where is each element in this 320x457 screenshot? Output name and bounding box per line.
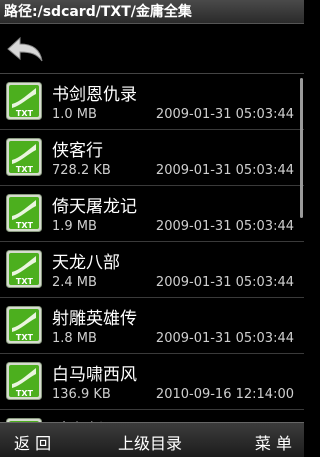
file-size: 1.8 MB bbox=[52, 331, 97, 346]
scrollbar[interactable] bbox=[300, 78, 303, 218]
file-list-item[interactable]: TXT 书剑恩仇录 1.0 MB 2009-01-31 05:03:44 bbox=[0, 74, 304, 130]
back-arrow-icon[interactable] bbox=[6, 35, 44, 65]
file-list-item[interactable]: TXT 侠客行 728.2 KB 2009-01-31 05:03:44 bbox=[0, 130, 304, 186]
file-name: 书剑恩仇录 bbox=[52, 85, 137, 105]
txt-file-icon: TXT bbox=[6, 306, 42, 344]
file-name: 射雕英雄传 bbox=[52, 309, 137, 329]
file-date: 2010-09-16 12:14:00 bbox=[155, 387, 294, 402]
path-text: 路径:/sdcard/TXT/金庸全集 bbox=[4, 4, 192, 20]
svg-text:TXT: TXT bbox=[16, 333, 34, 342]
file-date: 2009-01-31 05:03:44 bbox=[155, 107, 294, 122]
file-date: 2009-01-31 05:03:44 bbox=[155, 275, 294, 290]
file-list-item[interactable]: TXT 白马啸西风 136.9 KB 2010-09-16 12:14:00 bbox=[0, 354, 304, 410]
txt-file-icon: TXT bbox=[6, 250, 42, 288]
file-list: TXT 书剑恩仇录 1.0 MB 2009-01-31 05:03:44 TXT… bbox=[0, 74, 304, 422]
txt-file-icon: TXT bbox=[6, 194, 42, 232]
file-size: 728.2 KB bbox=[52, 163, 111, 178]
txt-file-icon: TXT bbox=[6, 362, 42, 400]
svg-text:TXT: TXT bbox=[16, 221, 34, 230]
file-list-item[interactable]: TXT 射雕英雄传 1.8 MB 2009-01-31 05:03:44 bbox=[0, 298, 304, 354]
txt-file-icon: TXT bbox=[6, 138, 42, 176]
file-size: 1.9 MB bbox=[52, 219, 97, 234]
path-bar: 路径:/sdcard/TXT/金庸全集 bbox=[0, 0, 304, 24]
file-list-item[interactable]: TXT 天龙八部 2.4 MB 2009-01-31 05:03:44 bbox=[0, 242, 304, 298]
file-list-item[interactable]: TXT 碧血剑 bbox=[0, 410, 304, 422]
parent-directory-button[interactable]: 上级目录 bbox=[118, 430, 182, 454]
file-name: 白马啸西风 bbox=[52, 365, 137, 385]
txt-file-icon: TXT bbox=[6, 82, 42, 120]
back-row bbox=[0, 25, 304, 74]
file-list-item[interactable]: TXT 倚天屠龙记 1.9 MB 2009-01-31 05:03:44 bbox=[0, 186, 304, 242]
file-size: 136.9 KB bbox=[52, 387, 111, 402]
back-button[interactable]: 返 回 bbox=[14, 430, 51, 454]
file-date: 2009-01-31 05:03:44 bbox=[155, 219, 294, 234]
bottom-bar: 返 回 上级目录 菜 单 bbox=[0, 422, 304, 457]
svg-text:TXT: TXT bbox=[16, 277, 34, 286]
svg-text:TXT: TXT bbox=[16, 109, 34, 118]
menu-button[interactable]: 菜 单 bbox=[255, 430, 292, 454]
svg-text:TXT: TXT bbox=[16, 389, 34, 398]
file-name: 侠客行 bbox=[52, 141, 103, 161]
svg-text:TXT: TXT bbox=[16, 165, 34, 174]
file-size: 1.0 MB bbox=[52, 107, 97, 122]
file-name: 倚天屠龙记 bbox=[52, 197, 137, 217]
file-size: 2.4 MB bbox=[52, 275, 97, 290]
file-name: 天龙八部 bbox=[52, 253, 120, 273]
file-date: 2009-01-31 05:03:44 bbox=[155, 331, 294, 346]
file-date: 2009-01-31 05:03:44 bbox=[155, 163, 294, 178]
